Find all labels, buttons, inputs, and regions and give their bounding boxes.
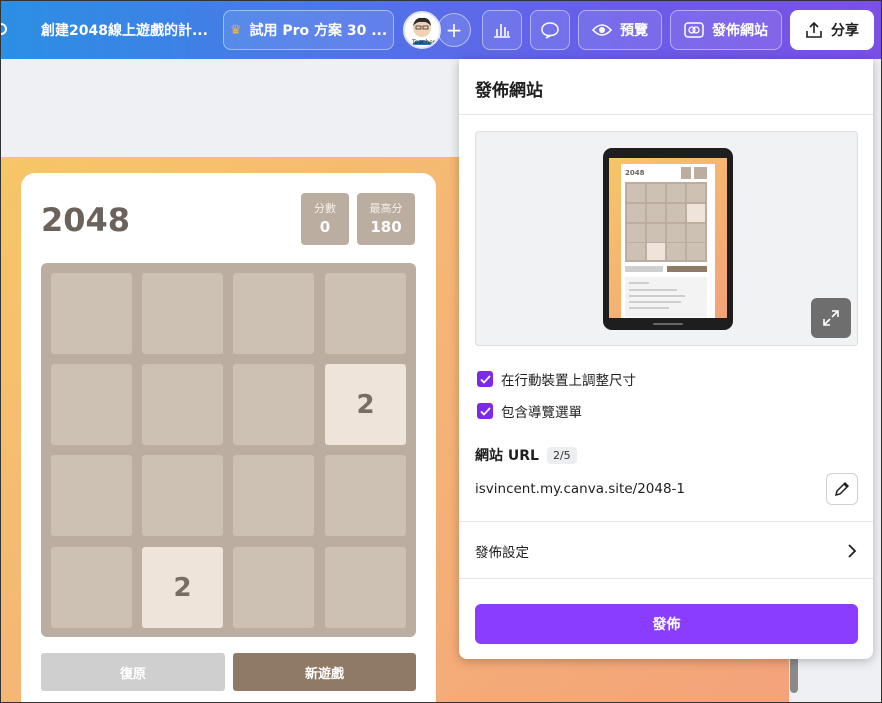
- publish-website-label: 發佈網站: [712, 23, 768, 39]
- tablet-preview: 2048: [603, 148, 733, 330]
- resize-mobile-checkbox[interactable]: [477, 371, 493, 387]
- tile: [51, 455, 132, 536]
- preview-label: 預覽: [620, 23, 648, 39]
- tile: [51, 273, 132, 354]
- new-game-button[interactable]: 新遊戲: [233, 653, 416, 691]
- app-window: 創建2048線上遊戲的計... ♛ 試用 Pro 方案 30 ... Teach…: [0, 0, 882, 703]
- site-url-label: 網站 URL: [475, 448, 539, 464]
- tile: [233, 273, 314, 354]
- divider: [459, 521, 873, 522]
- tile: [325, 547, 406, 628]
- panel-title: 發佈網站: [475, 81, 543, 101]
- mini-undo-button: [625, 266, 663, 272]
- comments-button[interactable]: [530, 10, 570, 50]
- site-preview: 2048: [475, 131, 858, 346]
- site-url-value: isvincent.my.canva.site/2048-1: [475, 481, 686, 497]
- mini-best-box: [694, 167, 707, 179]
- tile: [142, 455, 223, 536]
- comment-icon: [541, 22, 559, 39]
- expand-icon: [823, 310, 839, 326]
- publish-website-button[interactable]: 發佈網站: [670, 10, 782, 50]
- score-label: 分數: [314, 202, 336, 215]
- mini-game-title: 2048: [625, 169, 645, 177]
- game-board: 2 2: [41, 263, 416, 637]
- publish-website-panel: 發佈網站 2048 在行動裝置上調整尺寸 包含導覽選單 網站 URL 2/5 i…: [459, 59, 873, 659]
- share-upload-icon: [806, 21, 822, 38]
- score-value: 0: [319, 218, 331, 236]
- tile: 2: [325, 364, 406, 445]
- try-pro-label: 試用 Pro 方案 30 ...: [249, 23, 388, 39]
- tile: [233, 455, 314, 536]
- insights-button[interactable]: [482, 10, 522, 50]
- mini-score-box: [681, 167, 691, 179]
- mini-board-grid: [627, 184, 705, 260]
- publish-button[interactable]: 發佈: [475, 604, 858, 644]
- tablet-home-bar: [653, 323, 683, 325]
- avatar[interactable]: Teacher: [403, 11, 441, 49]
- menu-icon[interactable]: [1, 23, 7, 35]
- edit-url-button[interactable]: [826, 473, 858, 505]
- mini-board: [625, 182, 707, 262]
- include-nav-label: 包含導覽選單: [501, 405, 582, 421]
- avatar-caption: Teacher: [412, 39, 436, 46]
- tile: [325, 455, 406, 536]
- tile: [233, 547, 314, 628]
- website-icon: [684, 22, 704, 38]
- score-box: 分數 0: [301, 193, 349, 245]
- game-title: 2048: [41, 201, 131, 239]
- share-label: 分享: [831, 23, 859, 39]
- expand-preview-button[interactable]: [811, 298, 851, 338]
- add-collaborator-button[interactable]: +: [437, 13, 471, 47]
- checkmark-icon: [479, 374, 491, 384]
- url-count-badge: 2/5: [546, 446, 577, 464]
- top-toolbar: 創建2048線上遊戲的計... ♛ 試用 Pro 方案 30 ... Teach…: [1, 1, 881, 59]
- mini-text-lines: [629, 282, 685, 309]
- mini-game-card: 2048: [621, 164, 715, 318]
- tile: [142, 364, 223, 445]
- eye-icon: [592, 24, 612, 36]
- undo-button[interactable]: 復原: [41, 653, 225, 691]
- crown-icon: ♛: [229, 22, 242, 38]
- publish-settings-label: 發佈設定: [475, 545, 529, 561]
- best-score-label: 最高分: [369, 202, 403, 215]
- publish-settings-row[interactable]: 發佈設定: [475, 541, 858, 561]
- resize-mobile-option[interactable]: 在行動裝置上調整尺寸: [477, 369, 636, 389]
- mini-new-game-button: [667, 266, 707, 272]
- site-url-heading: 網站 URL 2/5: [475, 445, 577, 465]
- pencil-icon: [834, 481, 850, 497]
- tile: [51, 364, 132, 445]
- tile: [325, 273, 406, 354]
- plus-icon: +: [445, 18, 463, 42]
- game-card: 2048 分數 0 最高分 180 2 2 復原 新遊戲: [21, 173, 436, 702]
- divider: [459, 114, 873, 115]
- include-nav-option[interactable]: 包含導覽選單: [477, 401, 582, 421]
- best-score-value: 180: [370, 218, 402, 236]
- resize-mobile-label: 在行動裝置上調整尺寸: [501, 373, 636, 389]
- try-pro-button[interactable]: ♛ 試用 Pro 方案 30 ...: [223, 10, 394, 50]
- chevron-right-icon: [848, 544, 857, 558]
- share-button[interactable]: 分享: [790, 10, 874, 50]
- bar-chart-icon: [494, 24, 510, 38]
- document-title[interactable]: 創建2048線上遊戲的計...: [41, 20, 208, 40]
- mini-instructions: [625, 277, 707, 317]
- tile: [233, 364, 314, 445]
- best-score-box: 最高分 180: [357, 193, 415, 245]
- tile: [142, 273, 223, 354]
- checkmark-icon: [479, 406, 491, 416]
- tile: [51, 547, 132, 628]
- tablet-screen: 2048: [609, 158, 727, 318]
- tile: 2: [142, 547, 223, 628]
- include-nav-checkbox[interactable]: [477, 403, 493, 419]
- divider: [459, 578, 873, 579]
- preview-button[interactable]: 預覽: [578, 10, 662, 50]
